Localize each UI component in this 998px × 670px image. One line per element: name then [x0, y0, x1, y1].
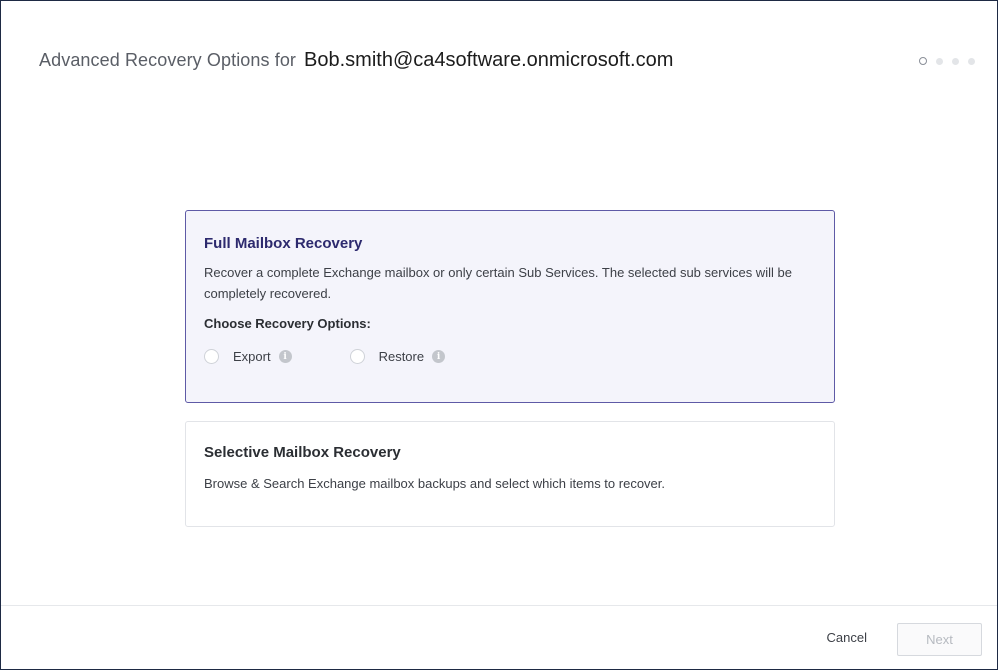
- selective-mailbox-recovery-description: Browse & Search Exchange mailbox backups…: [204, 476, 666, 491]
- mailbox-email: Bob.smith@ca4software.onmicrosoft.com: [304, 49, 674, 71]
- full-mailbox-recovery-title: Full Mailbox Recovery: [204, 235, 363, 252]
- info-icon[interactable]: i: [278, 350, 292, 363]
- export-label: Export: [233, 349, 271, 364]
- full-mailbox-recovery-card[interactable]: Full Mailbox Recovery Recover a complete…: [185, 210, 835, 403]
- dialog-title: Advanced Recovery Options for: [39, 50, 297, 70]
- full-mailbox-recovery-description: Recover a complete Exchange mailbox or o…: [204, 265, 792, 301]
- recovery-options-group: Export i Restore i: [204, 349, 816, 364]
- restore-label: Restore: [378, 349, 425, 364]
- restore-radio[interactable]: [349, 349, 365, 364]
- cancel-button[interactable]: Cancel: [827, 630, 867, 645]
- export-option[interactable]: Export i: [204, 349, 292, 364]
- step-dot-4: [968, 57, 975, 65]
- info-icon[interactable]: i: [432, 350, 446, 363]
- export-radio[interactable]: [204, 349, 219, 364]
- footer-divider: [1, 605, 997, 606]
- restore-option[interactable]: Restore i: [349, 349, 446, 364]
- selective-mailbox-recovery-title: Selective Mailbox Recovery: [204, 444, 401, 461]
- step-indicator: [919, 57, 975, 65]
- step-dot-1: [919, 57, 927, 65]
- step-dot-2: [936, 57, 943, 65]
- recovery-options-dialog: Advanced Recovery Options for Bob.smith@…: [0, 0, 998, 670]
- step-dot-3: [952, 57, 959, 65]
- selective-mailbox-recovery-card[interactable]: Selective Mailbox Recovery Browse & Sear…: [185, 421, 835, 527]
- next-button[interactable]: Next: [897, 623, 982, 656]
- dialog-header: Advanced Recovery Options for Bob.smith@…: [39, 49, 673, 72]
- recovery-options-heading: Choose Recovery Options:: [204, 316, 371, 331]
